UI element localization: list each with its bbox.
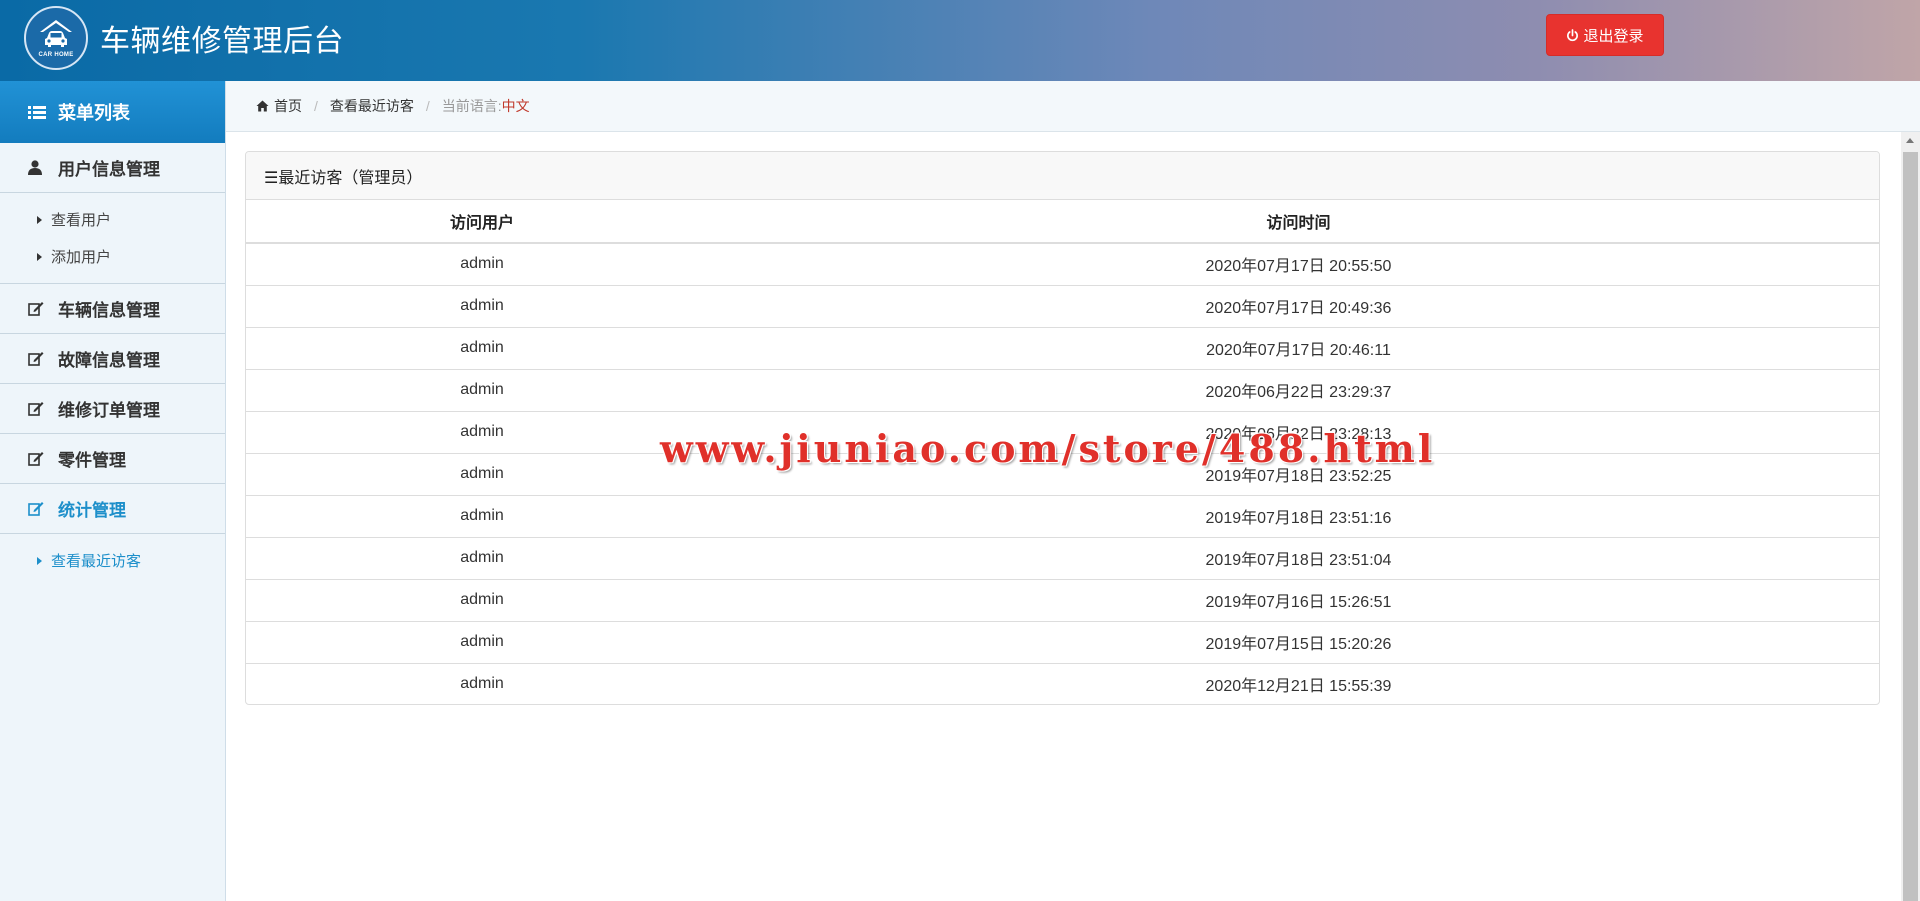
cell-time: 2019年07月16日 15:26:51 [718, 578, 1879, 621]
sidebar-item-label: 故障信息管理 [58, 351, 160, 370]
submenu-item-view-users[interactable]: 查看用户 [0, 201, 225, 238]
scrollbar-thumb[interactable] [1903, 152, 1918, 901]
column-header-time: 访问时间 [718, 200, 1879, 244]
sidebar-title: 菜单列表 [58, 103, 130, 123]
scroll-up-arrow-icon[interactable] [1906, 138, 1914, 143]
home-icon [256, 100, 269, 112]
sidebar-header: 菜单列表 [0, 81, 225, 143]
edit-icon [28, 451, 48, 466]
sidebar-item-label: 零件管理 [58, 451, 126, 470]
cell-user: admin [246, 410, 718, 453]
cell-time: 2019年07月18日 23:51:16 [718, 494, 1879, 537]
submenu-item-label: 查看用户 [51, 212, 112, 229]
sidebar-item-vehicle-info[interactable]: 车辆信息管理 [0, 284, 225, 334]
column-header-user: 访问用户 [246, 200, 718, 244]
sidebar-item-label: 用户信息管理 [58, 160, 160, 179]
language-value[interactable]: 中文 [502, 96, 530, 116]
power-icon [1566, 28, 1579, 42]
car-icon [40, 20, 72, 47]
logo-text: CAR HOME [38, 52, 74, 58]
submenu-item-add-user[interactable]: 添加用户 [0, 238, 225, 275]
sidebar-item-statistics[interactable]: 统计管理 [0, 484, 225, 534]
cell-user: admin [460, 255, 504, 273]
cell-user: admin [246, 620, 718, 663]
panel-title: ☰最近访客（管理员） [246, 152, 1879, 200]
table-row: admin 2020年07月17日 20:49:36 [246, 284, 1879, 327]
breadcrumb-home-label: 首页 [274, 98, 302, 114]
submenu-item-label: 添加用户 [51, 249, 112, 266]
cell-user: admin [246, 452, 718, 495]
sidebar-item-label: 维修订单管理 [58, 401, 160, 420]
edit-icon [28, 301, 48, 316]
cell-time: 2019年07月18日 23:51:04 [718, 536, 1879, 579]
table-row: admin 2019年07月16日 15:26:51 [246, 578, 1879, 621]
sidebar-item-user-info[interactable]: 用户信息管理 [0, 143, 225, 193]
breadcrumb: 首页 / 查看最近访客 / 当前语言: 中文 [226, 81, 1920, 132]
table-row: admin 2019年07月18日 23:51:04 [246, 536, 1879, 579]
cell-time: 2020年06月22日 23:29:37 [718, 368, 1879, 411]
submenu-user-info: 查看用户 添加用户 [0, 193, 225, 284]
table-row: admin 2019年07月18日 23:51:16 [246, 494, 1879, 537]
cell-user: admin [246, 662, 718, 704]
table-row: admin 2019年07月15日 15:20:26 [246, 620, 1879, 663]
breadcrumb-home[interactable]: 首页 [256, 96, 302, 116]
submenu-item-recent-visitors[interactable]: 查看最近访客 [0, 542, 225, 579]
breadcrumb-current[interactable]: 查看最近访客 [330, 96, 414, 116]
cell-time: 2020年12月21日 15:55:39 [718, 662, 1879, 704]
list-icon [28, 105, 46, 120]
app-title: 车辆维修管理后台 [100, 25, 344, 58]
vertical-scrollbar[interactable] [1901, 132, 1920, 901]
table-row: admin 2020年07月17日 20:55:50 [246, 243, 1879, 285]
logout-button[interactable]: 退出登录 [1546, 14, 1664, 56]
cell-time: 2020年07月17日 20:49:36 [718, 284, 1879, 327]
sidebar-item-parts[interactable]: 零件管理 [0, 434, 225, 484]
cell-user: admin [246, 368, 718, 411]
car-home-logo: CAR HOME [24, 6, 88, 70]
breadcrumb-separator: / [425, 98, 430, 114]
caret-right-icon [37, 556, 42, 565]
language-label: 当前语言: [441, 98, 502, 114]
cell-time: 2019年07月15日 15:20:26 [718, 620, 1879, 663]
cell-user: admin [246, 536, 718, 579]
table-row: admin 2020年06月22日 23:29:37 [246, 368, 1879, 411]
sidebar: 菜单列表 用户信息管理 查看用户 添加用户 车辆信息管理 故障信息管理 维修订单… [0, 81, 226, 901]
cell-time: 2020年07月17日 20:46:11 [718, 326, 1879, 369]
table-row: admin 2020年12月21日 15:55:39 [246, 662, 1879, 704]
user-icon [28, 160, 48, 175]
submenu-statistics: 查看最近访客 [0, 534, 225, 587]
table-row: admin 2020年07月17日 20:46:11 [246, 326, 1879, 369]
caret-right-icon [37, 252, 42, 261]
cell-user: admin [246, 494, 718, 537]
caret-right-icon [37, 215, 42, 224]
watermark: www.jiuniao.com/store/488.html [660, 426, 1436, 471]
table-header-row: 访问用户 访问时间 [246, 200, 1879, 244]
cell-user: admin [246, 578, 718, 621]
edit-icon [28, 401, 48, 416]
breadcrumb-separator: / [314, 98, 318, 114]
sidebar-item-label: 统计管理 [58, 501, 126, 520]
edit-icon [28, 501, 48, 516]
edit-icon [28, 351, 48, 366]
sidebar-item-fault-info[interactable]: 故障信息管理 [0, 334, 225, 384]
cell-user: admin [246, 326, 718, 369]
top-header: CAR HOME 车辆维修管理后台 退出登录 [0, 0, 1920, 81]
submenu-item-label: 查看最近访客 [51, 553, 142, 570]
cell-time: 2020年07月17日 20:55:50 [1205, 258, 1392, 276]
sidebar-item-repair-orders[interactable]: 维修订单管理 [0, 384, 225, 434]
logout-label: 退出登录 [1583, 27, 1644, 45]
sidebar-item-label: 车辆信息管理 [58, 301, 160, 320]
cell-user: admin [246, 284, 718, 327]
